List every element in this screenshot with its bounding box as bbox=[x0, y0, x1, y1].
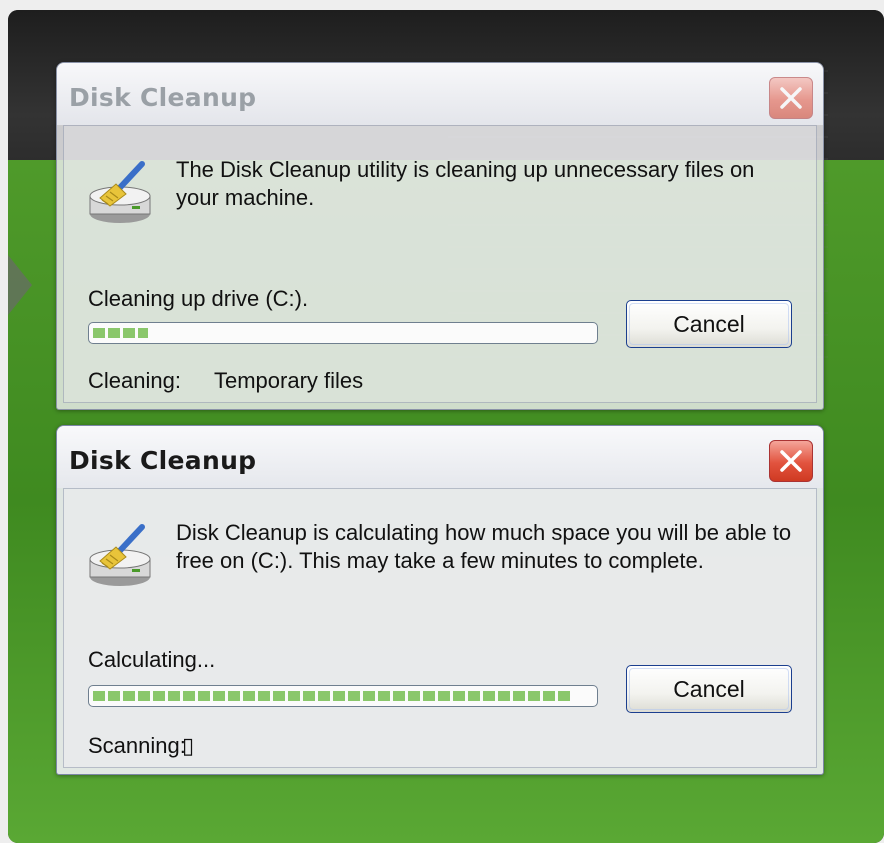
dialog-body: Disk Cleanup is calculating how much spa… bbox=[63, 488, 817, 768]
background-arrow-icon bbox=[8, 255, 32, 315]
close-button[interactable] bbox=[769, 77, 813, 119]
detail-label: Cleaning: bbox=[88, 368, 181, 393]
status-text: Cleaning up drive (C:). bbox=[88, 286, 309, 311]
detail-value: Temporary files bbox=[214, 368, 364, 393]
dialog-message: Disk Cleanup is calculating how much spa… bbox=[176, 520, 792, 573]
detail-value: ▯ bbox=[182, 733, 195, 758]
dialog-body: The Disk Cleanup utility is cleaning up … bbox=[63, 125, 817, 403]
progress-bar-fill bbox=[93, 691, 573, 701]
cancel-button[interactable]: Cancel bbox=[626, 300, 792, 348]
cancel-button-focus-ring bbox=[629, 303, 789, 345]
disk-cleanup-dialog-calculating: Disk Cleanup Disk Cleanup is calculating… bbox=[56, 425, 824, 775]
title-bar: Disk Cleanup bbox=[57, 426, 823, 488]
cancel-button-focus-ring bbox=[629, 668, 789, 710]
disk-cleanup-icon bbox=[89, 161, 151, 223]
cancel-button[interactable]: Cancel bbox=[626, 665, 792, 713]
progress-bar bbox=[88, 322, 598, 344]
disk-cleanup-icon bbox=[89, 524, 151, 586]
progress-bar-fill bbox=[93, 328, 148, 338]
dialog-message: The Disk Cleanup utility is cleaning up … bbox=[176, 157, 755, 210]
status-text: Calculating... bbox=[88, 647, 216, 672]
title-bar: Disk Cleanup bbox=[57, 63, 823, 125]
dialog-title: Disk Cleanup bbox=[69, 446, 257, 475]
progress-bar bbox=[88, 685, 598, 707]
detail-label: Scanning: bbox=[88, 733, 186, 758]
close-icon bbox=[780, 450, 802, 472]
close-button[interactable] bbox=[769, 440, 813, 482]
dialog-title: Disk Cleanup bbox=[69, 83, 257, 112]
disk-cleanup-dialog-cleaning: Disk Cleanup The Disk Cleanup utility is… bbox=[56, 62, 824, 410]
close-icon bbox=[780, 87, 802, 109]
